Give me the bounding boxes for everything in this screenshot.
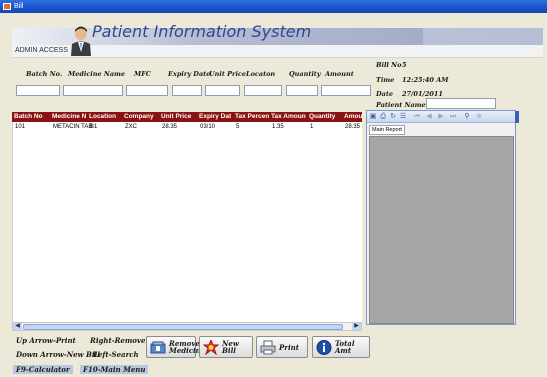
column-header[interactable]: Unit Price [161,113,191,120]
table-cell: 1 [310,124,314,130]
amount-input[interactable] [321,85,371,96]
first-page-icon[interactable]: ⏮ [413,113,421,121]
table-cell: 28.35 [345,124,361,130]
total-amount-label: Total Amt [335,339,355,355]
medicine-name-label: Medicine Name [68,70,126,78]
unit-price-label: Unit Price [209,70,247,78]
date-label: Date [376,90,393,98]
tab-main-report[interactable]: Main Report [369,125,405,135]
bill-grid-header: Batch No Medicine N Location Company Uni… [12,112,362,122]
bill-no-label: Bill No [376,61,402,69]
table-cell: B1 [90,124,98,130]
mfc-label: MFC [134,70,151,78]
scroll-right-icon[interactable]: ▶ [352,323,361,330]
column-header[interactable]: Medicine N [52,113,86,120]
report-canvas [369,136,514,324]
column-header[interactable]: Quantity [309,113,335,120]
table-cell: 03/10 [200,124,216,130]
total-amount-button[interactable]: Total Amt [312,336,370,358]
print-icon[interactable]: ⎙ [379,113,387,121]
grid-horizontal-scrollbar[interactable]: ◀ ▶ [12,322,362,331]
hint-down-arrow: Down Arrow-New Bill [16,350,100,359]
mfc-input[interactable] [126,85,168,96]
location-label: Locaton [246,70,276,78]
bill-grid[interactable]: 101 METACIN TAB B1 ZXC 28.35 03/10 5 1.3… [12,122,362,322]
hint-right: Right-Remove [90,336,146,345]
column-header[interactable]: Expiry Dat [199,113,231,120]
batch-no-label: Batch No. [26,70,63,78]
app-icon [3,3,11,10]
search-icon[interactable]: ⚲ [463,113,471,121]
expiry-date-label: Expiry Date [168,70,211,78]
table-cell: ZXC [125,124,137,130]
bill-no-value: 5 [402,61,407,69]
table-cell: METACIN TAB [53,124,93,130]
next-page-icon[interactable]: ▶ [437,113,445,121]
column-header[interactable]: Tax Percen [235,113,269,120]
table-cell: 5 [236,124,240,130]
time-value: 12:25:40 AM [402,76,449,84]
new-bill-icon [203,340,219,355]
column-header[interactable]: Batch No [14,113,43,120]
doctor-avatar-icon [71,26,91,56]
quantity-input[interactable] [286,85,318,96]
time-label: Time [376,76,395,84]
table-cell: 101 [15,124,26,130]
export-icon[interactable]: ▣ [369,113,377,121]
hint-left: Left-Search [93,350,139,359]
amount-label: Amount [325,70,354,78]
toolbar-grip [515,111,519,123]
column-header[interactable]: Company [124,113,154,120]
quantity-label: Quantity [289,70,321,78]
batch-no-input[interactable] [16,85,60,96]
location-input[interactable] [244,85,282,96]
patient-name-input[interactable] [426,98,496,109]
new-bill-label: New Bill [222,339,239,355]
window-titlebar: Bill [0,0,547,13]
print-label: Print [279,342,299,352]
report-viewer: ▣ ⎙ ↻ ☰ ⏮ ◀ ▶ ⏭ ⚲ ⊕ Main Report [366,110,519,325]
patient-name-label: Patient Name [376,101,426,109]
admin-access-label: ADMIN ACCESS [15,47,68,54]
scroll-left-icon[interactable]: ◀ [13,323,22,330]
zoom-icon[interactable]: ⊕ [475,113,483,121]
last-page-icon[interactable]: ⏭ [449,113,457,121]
column-header[interactable]: Tax Amoun [271,113,306,120]
date-value: 27/01/2011 [402,90,443,98]
group-tree-icon[interactable]: ☰ [399,113,407,121]
print-button[interactable]: Print [256,336,308,358]
hint-f10: F10-Main Menu [80,365,149,374]
medicine-name-input[interactable] [63,85,123,96]
column-header[interactable]: Location [89,113,116,120]
prev-page-icon[interactable]: ◀ [425,113,433,121]
new-bill-button[interactable]: New Bill [199,336,253,358]
window-title: Bill [14,3,24,10]
hint-f9: F9-Calculator [13,365,73,374]
unit-price-input[interactable] [205,85,240,96]
info-icon [316,340,332,355]
expiry-date-input[interactable] [172,85,202,96]
printer-icon [260,340,276,355]
hint-up-arrow: Up Arrow-Print [16,336,76,345]
page-title: Patient Information System [92,22,312,41]
table-cell: 1.35 [272,124,284,130]
remove-medicine-button[interactable]: Remove Medicine [146,336,205,358]
report-toolbar: ▣ ⎙ ↻ ☰ ⏮ ◀ ▶ ⏭ ⚲ ⊕ [367,111,519,123]
scrollbar-thumb[interactable] [23,324,343,330]
column-header[interactable]: Amou [344,113,362,120]
refresh-icon[interactable]: ↻ [389,113,397,121]
table-cell: 28.35 [162,124,178,130]
remove-medicine-icon [150,341,166,354]
